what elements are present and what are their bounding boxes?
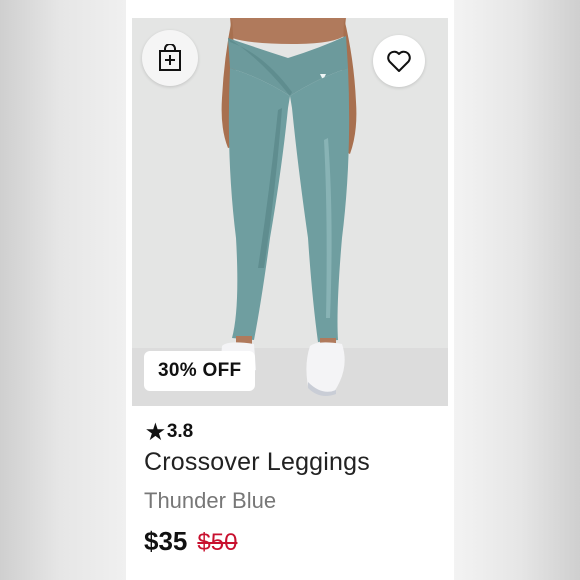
add-to-bag-button[interactable] [142,30,198,86]
product-card[interactable]: 30% OFF ★ 3.8 Crossover Leggings Thunder… [126,0,454,580]
wishlist-button[interactable] [373,35,425,87]
product-rating: ★ 3.8 [146,420,193,444]
star-icon: ★ [146,420,165,444]
original-price: $50 [197,529,238,556]
heart-outline-icon [387,50,411,72]
price-row: $35 $50 [144,526,237,557]
shopping-bag-plus-icon [159,44,181,71]
product-name[interactable]: Crossover Leggings [144,448,370,477]
product-color: Thunder Blue [144,488,277,513]
rating-value: 3.8 [166,421,194,442]
current-price: $35 [144,526,188,556]
discount-badge: 30% OFF [144,351,256,391]
